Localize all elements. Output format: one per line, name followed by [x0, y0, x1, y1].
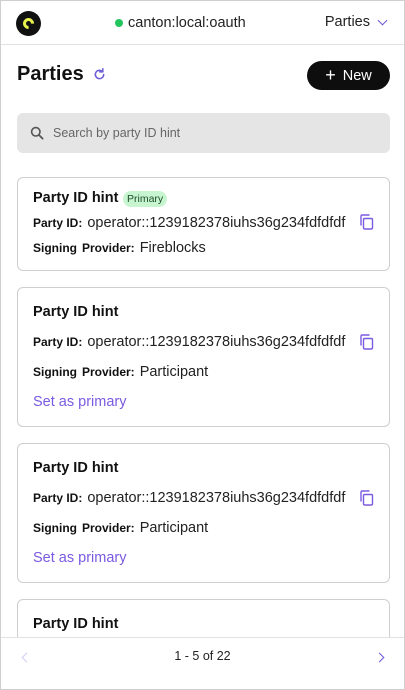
party-card: Party ID hint Primary Party ID: operator… [17, 177, 390, 271]
signing-label: Signing [33, 241, 77, 255]
party-id-hint: Party ID hint [33, 460, 119, 476]
plus-icon: + [325, 64, 336, 85]
refresh-icon[interactable] [93, 68, 106, 81]
party-id-hint: Party ID hint [33, 304, 119, 320]
nav-select[interactable]: Parties [324, 14, 388, 30]
page-title: Parties [17, 63, 84, 85]
search-input[interactable] [53, 126, 353, 140]
party-card: Party ID hint Party ID: operator::123918… [17, 287, 390, 427]
top-bar: canton:local:oauth Parties [1, 1, 404, 45]
provider-label: Provider: [82, 521, 135, 535]
network-label: canton:local:oauth [128, 15, 246, 31]
new-party-button[interactable]: + New [307, 61, 390, 90]
signing-provider-row: Signing Provider: Participant [33, 364, 208, 380]
provider-label: Provider: [82, 365, 135, 379]
status-dot-icon [115, 19, 123, 27]
chevron-down-icon [377, 15, 388, 25]
party-id-label: Party ID: [33, 491, 83, 505]
logo-glyph [20, 15, 37, 32]
copy-icon[interactable] [359, 214, 374, 230]
signing-provider-row: Signing Provider: Participant [33, 520, 208, 536]
party-id-row: Party ID: operator::1239182378iuhs36g234… [33, 215, 352, 231]
copy-icon[interactable] [359, 334, 374, 350]
primary-badge: Primary [123, 191, 168, 207]
party-id-label: Party ID: [33, 216, 83, 230]
signing-label: Signing [33, 365, 77, 379]
pagination-range: 1 - 5 of 22 [174, 649, 231, 663]
party-id-hint: Party ID hint [33, 190, 119, 206]
new-button-label: New [342, 67, 372, 84]
party-id-label: Party ID: [33, 335, 83, 349]
signing-provider-row: Signing Provider: Fireblocks [33, 240, 206, 256]
search-bar [17, 113, 390, 153]
search-icon [30, 126, 44, 140]
pagination-bar: 1 - 5 of 22 [1, 637, 404, 689]
nav-select-label: Parties [324, 14, 370, 30]
party-id-value: operator::1239182378iuhs36g234fdfdfdf [87, 334, 346, 350]
network-indicator: canton:local:oauth [115, 15, 246, 31]
app-frame: canton:local:oauth Parties Parties + New… [0, 0, 405, 690]
canton-logo-icon[interactable] [16, 11, 41, 36]
signing-provider-value: Participant [139, 364, 209, 380]
signing-provider-value: Fireblocks [139, 240, 206, 256]
set-as-primary-link[interactable]: Set as primary [33, 394, 126, 410]
signing-provider-value: Participant [139, 520, 209, 536]
copy-icon[interactable] [359, 490, 374, 506]
party-id-value: operator::1239182378iuhs36g234fdfdfdf [87, 490, 346, 506]
party-id-hint: Party ID hint [33, 616, 119, 632]
party-id-value: operator::1239182378iuhs36g234fdfdfdf [87, 215, 346, 231]
party-id-row: Party ID: operator::1239182378iuhs36g234… [33, 490, 352, 506]
set-as-primary-link[interactable]: Set as primary [33, 550, 126, 566]
party-id-row: Party ID: operator::1239182378iuhs36g234… [33, 334, 352, 350]
provider-label: Provider: [82, 241, 135, 255]
signing-label: Signing [33, 521, 77, 535]
party-card: Party ID hint Party ID: operator::123918… [17, 443, 390, 583]
